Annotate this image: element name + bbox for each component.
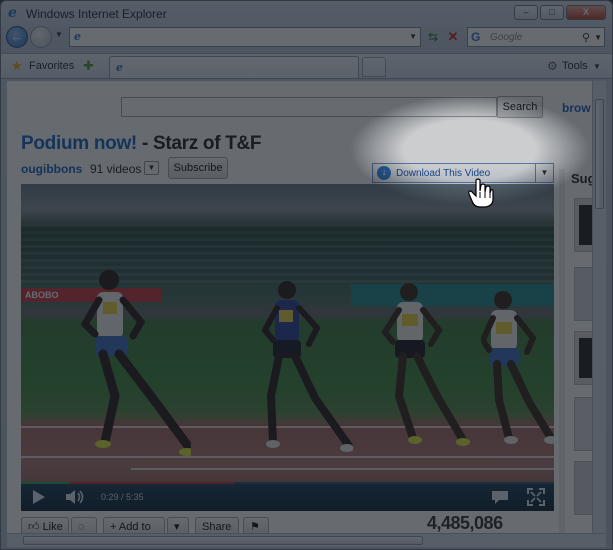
- back-button[interactable]: ←: [6, 26, 28, 48]
- minimize-button[interactable]: –: [514, 5, 538, 20]
- browser-tab[interactable]: e: [109, 56, 359, 78]
- search-options-chevron-down-icon[interactable]: ▼: [594, 33, 602, 42]
- thumbs-up-icon: 👍︎: [28, 521, 40, 533]
- horizontal-scroll-thumb[interactable]: [23, 536, 423, 545]
- sidebar-divider: [559, 169, 565, 533]
- video-count: 91 videos: [90, 162, 142, 176]
- videos-chevron-down-icon[interactable]: ▼: [144, 161, 159, 175]
- favorites-button[interactable]: Favorites: [29, 60, 74, 72]
- hand-cursor-icon: [468, 178, 494, 208]
- fullscreen-icon[interactable]: [527, 488, 545, 506]
- navigation-bar: ← ▼ e ▼ ⇆ ✕ G Google ⚲ ▼: [1, 25, 612, 51]
- like-button[interactable]: 👍︎ Like: [21, 517, 69, 533]
- dislike-button[interactable]: ◌: [71, 517, 97, 533]
- video-title-rest: - Starz of T&F: [136, 133, 262, 154]
- horizontal-scrollbar[interactable]: [7, 533, 606, 547]
- search-placeholder: Google: [490, 32, 523, 43]
- video-time: 0:29 / 5:35: [101, 492, 144, 502]
- tools-menu[interactable]: Tools: [562, 60, 588, 72]
- new-tab-button[interactable]: [362, 57, 386, 77]
- plus-icon: +: [110, 521, 117, 533]
- refresh-icon[interactable]: ⇆: [424, 28, 442, 46]
- address-dropdown-chevron-down-icon[interactable]: ▼: [409, 32, 417, 41]
- vertical-scroll-thumb[interactable]: [595, 99, 604, 209]
- search-icon[interactable]: ⚲: [582, 31, 590, 44]
- vertical-scrollbar[interactable]: [592, 81, 606, 533]
- thumbnail-image: [579, 338, 593, 378]
- forward-button[interactable]: [30, 26, 52, 48]
- page-icon: e: [74, 30, 81, 43]
- add-to-chevron-down-icon[interactable]: ▾: [167, 517, 189, 533]
- tab-page-icon: e: [116, 61, 123, 74]
- google-icon: G: [471, 30, 481, 44]
- recent-pages-chevron-down-icon[interactable]: ▼: [55, 30, 63, 39]
- track-curb: [131, 468, 554, 470]
- view-count: 4,485,086: [427, 513, 503, 533]
- address-bar[interactable]: e ▼: [69, 27, 421, 47]
- stop-icon[interactable]: ✕: [444, 28, 462, 46]
- search-provider-box[interactable]: G Google ⚲ ▼: [467, 27, 605, 47]
- runner-figure: [261, 281, 353, 452]
- like-label: Like: [42, 521, 63, 533]
- youtube-search-button[interactable]: Search: [497, 96, 543, 118]
- page-content: Search brow Podium now! - Starz of T&F o…: [7, 81, 606, 533]
- runner-figure: [381, 283, 470, 446]
- browse-link[interactable]: brow: [562, 101, 591, 115]
- thumbnail-image: [579, 205, 593, 245]
- add-to-button[interactable]: + Add to: [103, 517, 165, 533]
- runner-figure: [81, 270, 191, 456]
- youtube-search-input[interactable]: [121, 97, 497, 117]
- subscribe-button[interactable]: Subscribe: [168, 157, 228, 179]
- download-icon: ↓: [377, 166, 391, 180]
- flag-icon: ⚑: [250, 521, 260, 533]
- video-title-accent: Podium now!: [21, 133, 137, 154]
- runner-figure: [481, 291, 554, 444]
- download-options-chevron-down-icon[interactable]: ▼: [536, 163, 554, 183]
- title-bar: e Windows Internet Explorer – □ X: [1, 1, 612, 25]
- channel-link[interactable]: ougibbons: [21, 162, 82, 176]
- favorites-star-icon[interactable]: ★: [11, 58, 23, 74]
- window-controls: – □ X: [514, 5, 606, 20]
- ie-logo-icon: e: [8, 5, 17, 21]
- thumbs-down-icon: ◌: [78, 521, 85, 533]
- add-favorite-icon[interactable]: ✚: [83, 58, 94, 74]
- share-button[interactable]: Share: [195, 517, 239, 533]
- favorites-bar: ★ Favorites ✚ e ⚙ Tools ▼: [1, 53, 612, 79]
- annotations-icon[interactable]: [490, 489, 510, 505]
- share-label: Share: [202, 521, 232, 533]
- volume-icon[interactable]: [65, 489, 85, 505]
- maximize-button[interactable]: □: [540, 5, 564, 20]
- play-icon[interactable]: [33, 490, 45, 504]
- close-button[interactable]: X: [566, 5, 606, 20]
- browser-window: e Windows Internet Explorer – □ X ← ▼ e …: [0, 0, 613, 550]
- tools-chevron-down-icon[interactable]: ▼: [593, 62, 601, 71]
- window-title: Windows Internet Explorer: [26, 7, 167, 21]
- embed-button[interactable]: ⚑: [243, 517, 269, 533]
- download-video-button[interactable]: ↓ Download This Video: [372, 163, 536, 183]
- video-player[interactable]: ABOBO 0:29 / 5:35: [21, 184, 554, 511]
- add-to-label: Add to: [118, 521, 151, 533]
- video-title: Podium now! - Starz of T&F: [21, 133, 262, 155]
- gear-icon[interactable]: ⚙: [547, 59, 558, 73]
